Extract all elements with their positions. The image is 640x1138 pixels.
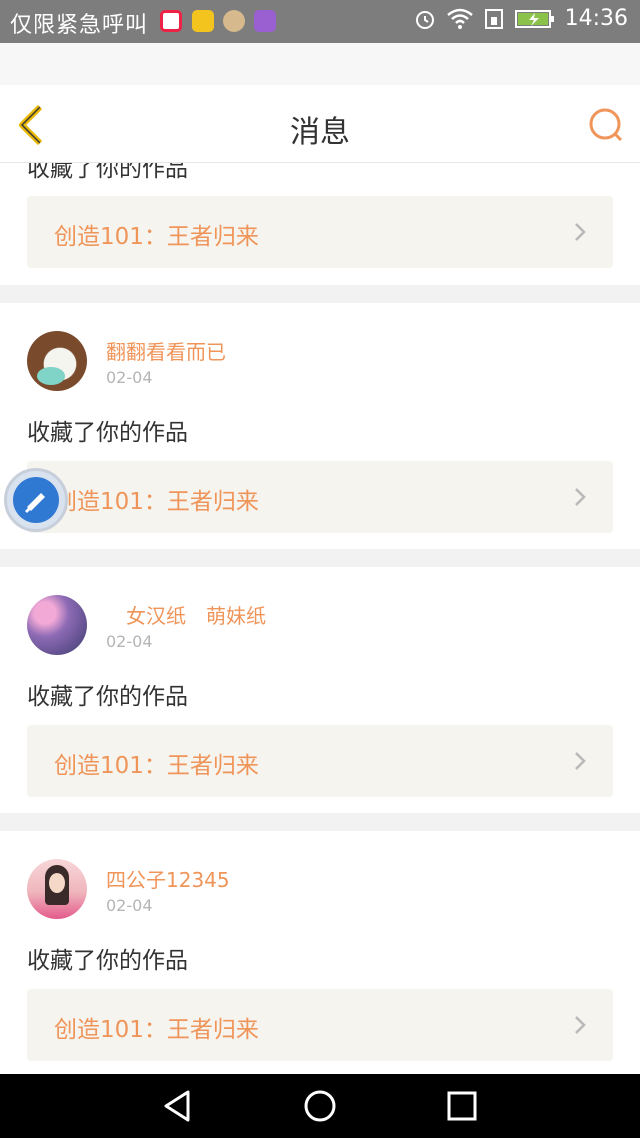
chevron-right-icon — [575, 1016, 586, 1034]
recents-square-icon[interactable] — [444, 1088, 480, 1124]
user-name[interactable]: 四公子12345 — [106, 864, 230, 893]
alarm-icon — [415, 10, 434, 29]
battery-charging-icon — [514, 9, 554, 28]
gallery-icon — [254, 10, 276, 32]
action-text: 收藏了你的作品 — [27, 684, 188, 710]
search-icon[interactable] — [588, 107, 624, 143]
top-bar: 消息 — [0, 85, 640, 163]
work-link[interactable]: 创造101：王者归来 — [27, 196, 613, 268]
floating-assist-button[interactable] — [4, 468, 68, 532]
work-link[interactable]: 创造101：王者归来 — [27, 725, 613, 797]
app-icon — [223, 10, 245, 32]
work-link[interactable]: 创造101：王者归来 — [27, 461, 613, 533]
message-date: 02-04 — [106, 896, 153, 915]
work-title: 创造101：王者归来 — [54, 753, 259, 779]
clock: 14:36 — [564, 6, 628, 31]
list-item: 四公子12345 02-04 收藏了你的作品 创造101：王者归来 — [0, 831, 640, 1074]
action-text: 收藏了你的作品 — [27, 948, 188, 974]
wifi-icon — [446, 8, 473, 29]
status-bar: 仅限紧急呼叫 14:36 — [0, 0, 640, 43]
list-item: 翻翻看看而已 02-04 收藏了你的作品 创造101：王者归来 — [0, 303, 640, 549]
message-date: 02-04 — [106, 632, 153, 651]
work-title: 创造101：王者归来 — [54, 1017, 259, 1043]
avatar[interactable] — [27, 859, 87, 919]
action-text: 收藏了你的作品 — [27, 420, 188, 446]
chevron-right-icon — [575, 752, 586, 770]
brush-icon — [13, 477, 59, 523]
user-name[interactable]: 女汉纸 萌妹纸 — [106, 600, 266, 629]
work-title: 创造101：王者归来 — [54, 489, 259, 515]
list-item: 女汉纸 萌妹纸 02-04 收藏了你的作品 创造101：王者归来 — [0, 567, 640, 813]
back-triangle-icon[interactable] — [160, 1088, 196, 1124]
avatar[interactable] — [27, 331, 87, 391]
sogou-icon — [160, 10, 182, 32]
user-name[interactable]: 翻翻看看而已 — [106, 336, 226, 365]
sim-icon — [484, 8, 503, 29]
app-icon — [192, 10, 214, 32]
page-title: 消息 — [290, 115, 350, 150]
avatar[interactable] — [27, 595, 87, 655]
chevron-right-icon — [575, 488, 586, 506]
work-link[interactable]: 创造101：王者归来 — [27, 989, 613, 1061]
home-circle-icon[interactable] — [302, 1088, 338, 1124]
work-title: 创造101：王者归来 — [54, 224, 259, 250]
message-date: 02-04 — [106, 368, 153, 387]
system-nav-bar — [0, 1074, 640, 1138]
carrier-text: 仅限紧急呼叫 — [10, 13, 149, 38]
top-spacer — [0, 43, 640, 85]
chevron-right-icon — [575, 223, 586, 241]
message-list[interactable]: 收藏了你的作品 创造101：王者归来 翻翻看看而已 02-04 收藏了你的作品 … — [0, 85, 640, 1074]
